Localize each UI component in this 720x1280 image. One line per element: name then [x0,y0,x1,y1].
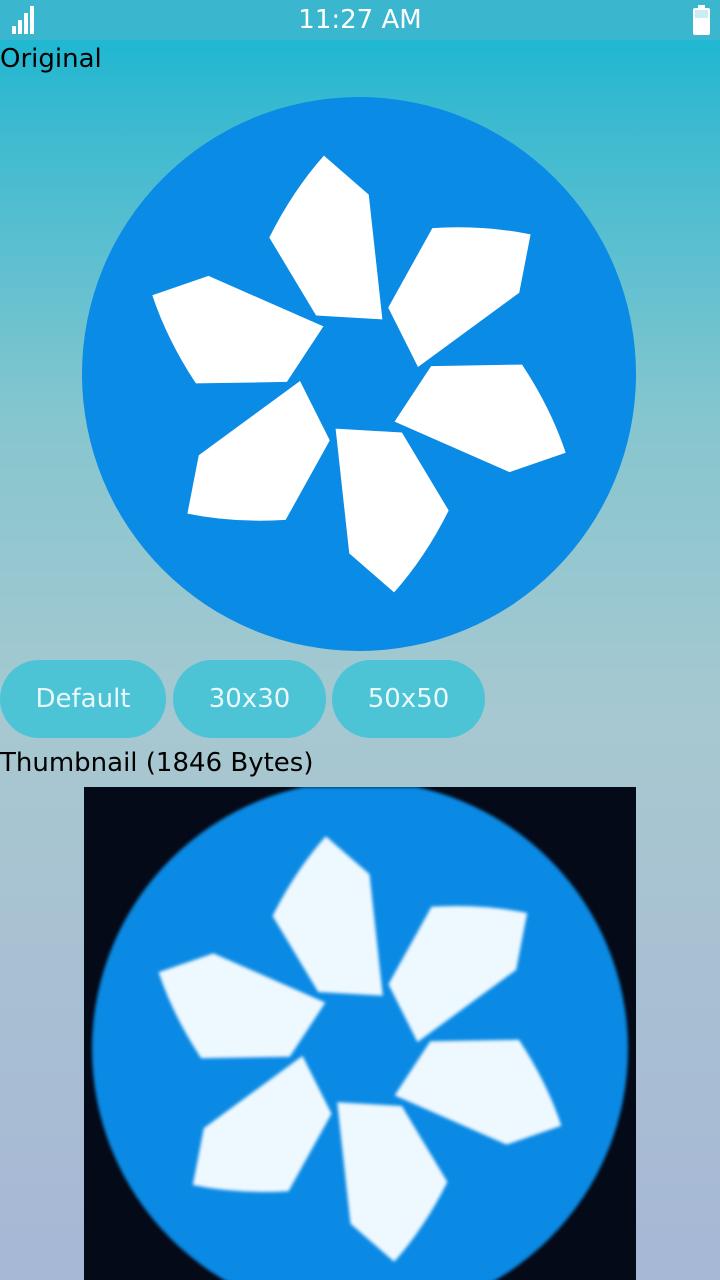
thumbnail-image [84,787,636,1280]
status-bar: 11:27 AM [0,0,720,40]
pinwheel-logo-thumbnail [92,787,628,1280]
thumbnail-label: Thumbnail (1846 Bytes) [0,748,314,778]
size-50x50-button[interactable]: 50x50 [332,660,485,738]
original-label: Original [0,44,102,74]
battery-icon [693,5,710,35]
pinwheel-logo [82,97,636,651]
size-button-row: Default 30x30 50x50 [0,660,720,738]
default-size-button[interactable]: Default [0,660,166,738]
status-time: 11:27 AM [298,5,422,35]
size-30x30-button[interactable]: 30x30 [173,660,326,738]
